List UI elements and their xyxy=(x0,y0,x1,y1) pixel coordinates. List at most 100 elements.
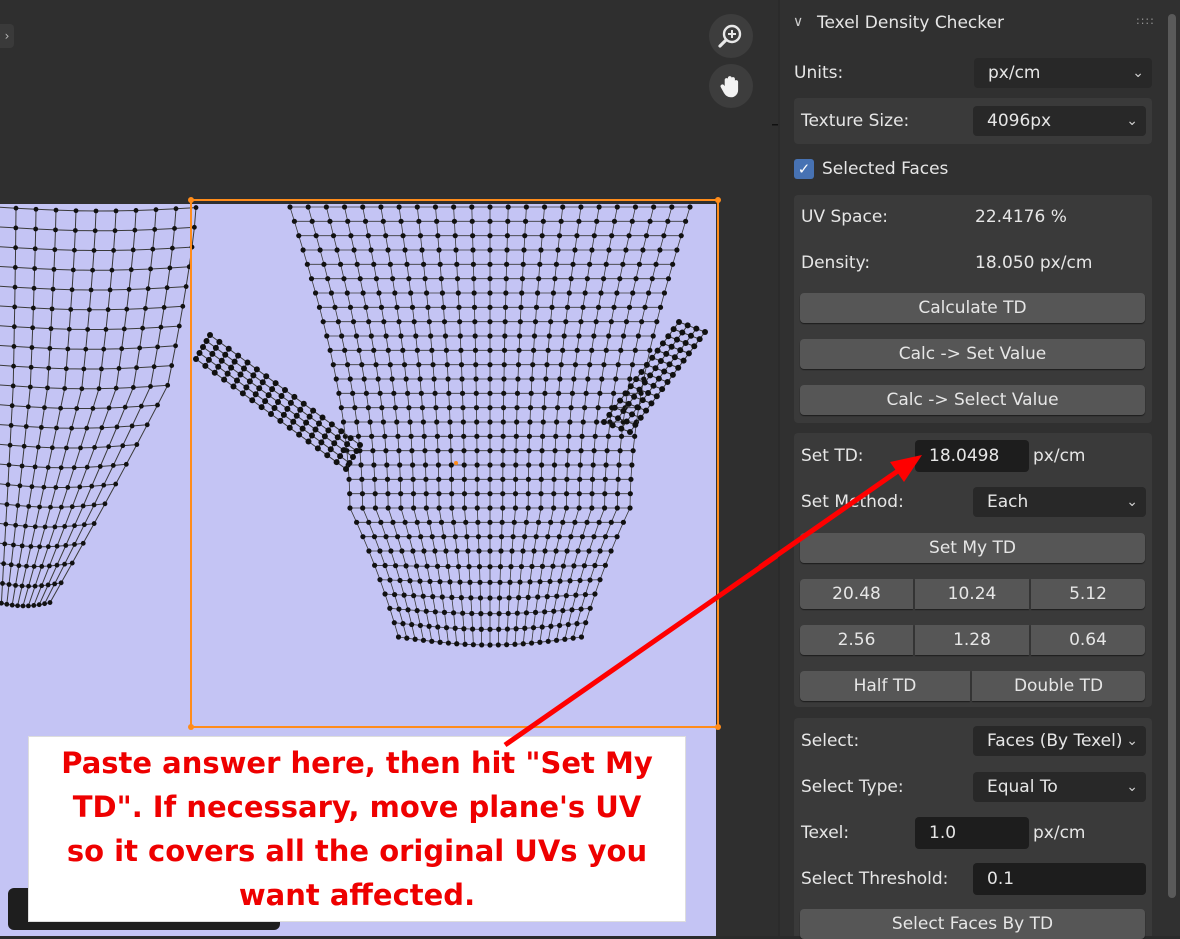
uv-space-label: UV Space: xyxy=(801,207,889,227)
uv-vertex xyxy=(225,345,232,352)
preset-0-64-button[interactable]: 0.64 xyxy=(1031,625,1145,655)
uv-vertex xyxy=(589,347,595,353)
uv-vertex xyxy=(602,534,609,540)
calc-select-value-button[interactable]: Calc -> Select Value xyxy=(800,385,1145,415)
uv-vertex xyxy=(661,233,667,239)
uv-vertex xyxy=(205,356,212,363)
uv-vertex xyxy=(626,304,633,310)
uv-vertex xyxy=(552,276,558,282)
uv-vertex xyxy=(360,204,366,210)
uv-vertex xyxy=(567,419,573,425)
uv-vertex xyxy=(58,580,64,586)
uv-vertex xyxy=(597,577,603,583)
uv-vertex xyxy=(434,419,440,425)
panel-title[interactable]: Texel Density Checker xyxy=(817,13,1004,33)
select-faces-by-td-button[interactable]: Select Faces By TD xyxy=(800,909,1145,939)
uv-vertex xyxy=(383,534,389,540)
uv-vertex xyxy=(665,276,672,282)
uv-vertex xyxy=(321,433,328,440)
uv-vertex xyxy=(32,246,38,252)
set-method-dropdown[interactable]: Each ⌄ xyxy=(973,487,1146,517)
uv-vertex xyxy=(13,582,18,588)
uv-vertex xyxy=(428,333,434,339)
uv-vertex xyxy=(651,204,657,210)
uv-vertex xyxy=(438,519,445,525)
uv-vertex xyxy=(129,423,135,429)
uv-vertex xyxy=(649,276,655,282)
uv-vertex xyxy=(357,276,363,282)
hand-pan-icon[interactable] xyxy=(709,64,753,108)
uv-vertex xyxy=(553,637,560,643)
uv-vertex xyxy=(591,534,597,540)
uv-vertex xyxy=(580,304,586,310)
uv-vertex xyxy=(172,226,177,231)
uv-vertex xyxy=(52,581,58,587)
uv-vertex xyxy=(296,233,302,239)
uv-vertex xyxy=(589,476,596,482)
select-type-dropdown[interactable]: Equal To ⌄ xyxy=(973,772,1146,802)
uv-vertex xyxy=(541,405,547,411)
uv-vertex xyxy=(553,548,559,554)
set-my-td-button[interactable]: Set My TD xyxy=(800,533,1145,563)
uv-vertex xyxy=(436,491,442,497)
double-td-button[interactable]: Double TD xyxy=(972,671,1145,701)
uv-vertex xyxy=(68,307,74,312)
uv-vertex xyxy=(578,606,584,612)
texture-size-dropdown[interactable]: 4096px ⌄ xyxy=(973,106,1146,136)
uv-vertex xyxy=(137,345,143,351)
uv-vertex xyxy=(558,362,564,368)
uv-vertex xyxy=(529,376,535,382)
selected-faces-checkbox[interactable]: ✓ xyxy=(794,159,814,179)
texel-input[interactable]: 1.0 xyxy=(915,817,1029,849)
calculate-td-button[interactable]: Calculate TD xyxy=(800,293,1145,323)
uv-vertex xyxy=(582,591,589,598)
zoom-in-icon[interactable] xyxy=(709,14,753,58)
uv-vertex xyxy=(539,233,545,239)
units-dropdown[interactable]: px/cm ⌄ xyxy=(974,58,1152,88)
uv-vertex xyxy=(636,386,643,393)
chevron-down-icon[interactable]: ∨ xyxy=(793,14,803,30)
uv-vertex xyxy=(578,634,585,640)
uv-vertex xyxy=(327,347,333,353)
uv-vertex xyxy=(618,347,624,353)
uv-editor-viewport[interactable]: › Paste answer here, then hit "Set My TD… xyxy=(0,0,778,936)
half-td-button[interactable]: Half TD xyxy=(800,671,970,701)
uv-vertex xyxy=(433,405,439,411)
chevron-right-icon[interactable]: › xyxy=(0,24,14,48)
uv-vertex xyxy=(654,347,661,354)
preset-10-24-button[interactable]: 10.24 xyxy=(915,579,1029,609)
uv-vertex xyxy=(53,207,59,213)
uv-vertex xyxy=(561,333,567,339)
uv-vertex xyxy=(537,639,543,645)
uv-vertex xyxy=(434,218,440,224)
uv-vertex xyxy=(528,390,534,396)
selected-faces-label[interactable]: Selected Faces xyxy=(822,159,948,179)
uv-vertex xyxy=(65,346,71,352)
preset-2-56-button[interactable]: 2.56 xyxy=(800,625,913,655)
uv-vertex xyxy=(282,387,288,393)
uv-vertex xyxy=(407,419,413,425)
panel-scrollbar[interactable] xyxy=(1168,14,1176,898)
uv-vertex xyxy=(500,448,506,454)
select-dropdown[interactable]: Faces (By Texel) ⌄ xyxy=(973,726,1146,756)
select-threshold-input[interactable]: 0.1 xyxy=(973,863,1146,895)
calc-set-value-button[interactable]: Calc -> Set Value xyxy=(800,339,1145,369)
uv-vertex xyxy=(324,333,330,339)
uv-vertex xyxy=(193,205,199,210)
set-td-input[interactable]: 18.0498 xyxy=(915,440,1029,472)
preset-20-48-button[interactable]: 20.48 xyxy=(800,579,913,609)
uv-vertex xyxy=(569,390,576,396)
uv-vertex xyxy=(19,463,25,469)
uv-vertex xyxy=(422,448,428,454)
uv-vertex xyxy=(383,233,389,239)
drag-handle-icon[interactable]: :::: xyxy=(1136,14,1155,27)
uv-vertex xyxy=(49,306,55,312)
uv-vertex xyxy=(452,233,458,239)
uv-vertex xyxy=(467,579,473,585)
units-label: Units: xyxy=(794,63,844,83)
uv-vertex xyxy=(69,560,75,566)
preset-5-12-button[interactable]: 5.12 xyxy=(1031,579,1145,609)
uv-vertex xyxy=(111,247,116,253)
uv-vertex xyxy=(404,261,410,267)
preset-1-28-button[interactable]: 1.28 xyxy=(915,625,1029,655)
